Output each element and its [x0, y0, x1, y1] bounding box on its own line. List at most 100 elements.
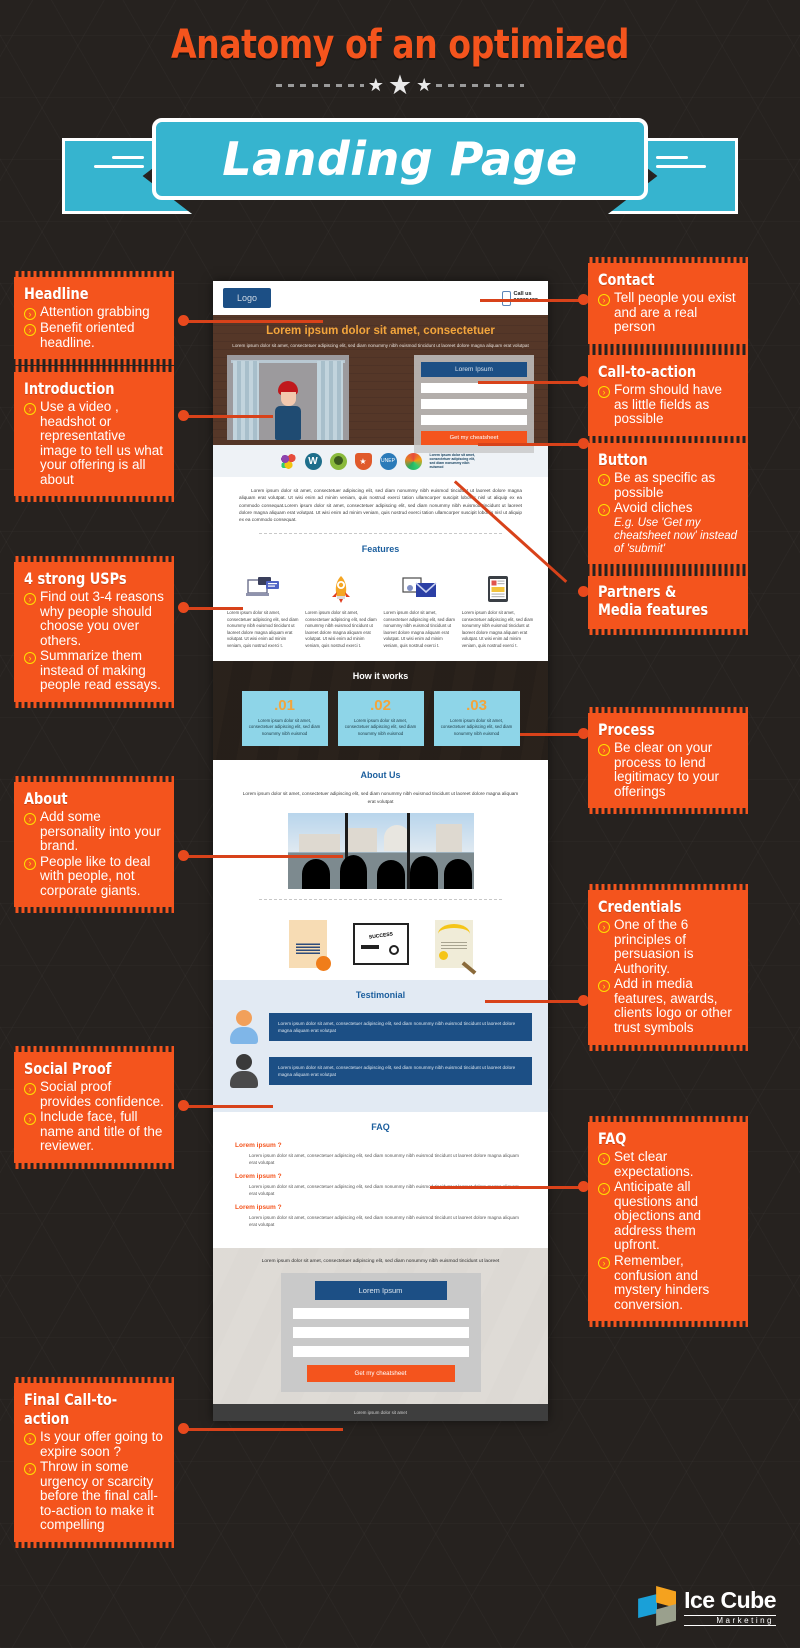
list-item-text: Add some personality into your brand. [40, 809, 161, 854]
list-item-text: Throw in some urgency or scarcity before… [40, 1459, 158, 1533]
ribbon-lines-right [656, 156, 726, 178]
list-item-text: Benefit oriented headline. [40, 320, 135, 350]
list-item-text: Form should have as little fields as pos… [614, 382, 723, 427]
callout-list: › Form should have as little fields as p… [598, 382, 738, 427]
chevron-right-icon: › [598, 474, 610, 486]
chevron-right-icon: › [598, 744, 610, 756]
callout-process[interactable]: Process › Be clear on your process to le… [588, 706, 748, 815]
callout-faq[interactable]: FAQ › Set clear expectations. › Anticipa… [588, 1115, 748, 1328]
silhouette [410, 855, 439, 889]
mockup-footer: Lorem ipsum dolor sit amet [213, 1404, 548, 1422]
step-text: Lorem ipsum dolor sit amet, consectetuer… [440, 718, 513, 736]
chevron-right-icon: › [24, 1463, 36, 1476]
final-signup-form[interactable]: Lorem Ipsum Get my cheatsheet [280, 1273, 481, 1393]
callout-title: About [24, 789, 68, 808]
chevron-right-icon: › [24, 857, 36, 870]
final-form-field[interactable] [292, 1308, 469, 1320]
chevron-right-icon: › [24, 593, 36, 605]
chevron-right-icon: › [24, 652, 36, 665]
callout-credentials[interactable]: Credentials › One of the 6 principles of… [588, 884, 748, 1051]
silhouette [302, 858, 331, 889]
infographic-header: Anatomy of an optimized ★ ★ ★ Landing Pa… [0, 0, 800, 214]
hero-signup-form[interactable]: Lorem Ipsum Get my cheatsheet [414, 354, 534, 453]
list-item: › Form should have as little fields as p… [598, 382, 738, 427]
page-title: Anatomy of an optimized [170, 22, 630, 68]
callout-title: Contact [598, 270, 655, 289]
partner-wordpress-logo-icon: W [304, 452, 322, 470]
hero-form-field[interactable] [421, 382, 527, 393]
list-item-text: One of the 6 principles of persuasion is… [614, 917, 694, 976]
connector-introduction [183, 415, 273, 418]
presenter-face [280, 391, 296, 406]
hero-form-field[interactable] [421, 414, 527, 425]
intro-paragraph-section: Lorem ipsum dolor sit amet, consectetuer… [213, 477, 548, 575]
list-item: › Be clear on your process to lend legit… [598, 740, 738, 799]
dash-line-left [275, 83, 364, 87]
callout-call-to-action[interactable]: Call-to-action › Form should have as lit… [588, 349, 748, 442]
chevron-right-icon: › [598, 1257, 610, 1270]
landing-page-mockup: Logo Call us 98765432 Lorem ipsum dolor … [213, 281, 548, 1422]
partner-flower-logo-icon [279, 452, 297, 470]
how-it-works-section: How it works .01 Lorem ipsum dolor sit a… [213, 661, 548, 760]
success-award-icon: SUCCESS [352, 922, 409, 965]
callout-partners-media[interactable]: Partners & Media features [588, 570, 748, 635]
window-mullion [406, 812, 410, 889]
feature-text: Lorem ipsum dolor sit amet, consectetuer… [383, 610, 455, 648]
list-item: › Tell people you exist and are a real p… [598, 290, 738, 335]
testimonial-quote: Lorem ipsum dolor sit amet, consectetuer… [269, 1012, 532, 1042]
final-form-field[interactable] [292, 1346, 469, 1358]
callout-headline[interactable]: Headline › Attention grabbing › Benefit … [14, 270, 174, 366]
callout-usps[interactable]: 4 strong USPs › Find out 3-4 reasons why… [14, 555, 174, 709]
faq-question[interactable]: Lorem ipsum ? [235, 1173, 526, 1180]
connector-social-proof [183, 1105, 273, 1108]
presenter-body [275, 405, 301, 440]
list-item: › Add in media features, awards, clients… [598, 976, 738, 1035]
callout-about[interactable]: About › Add some personality into your b… [14, 775, 174, 914]
callout-title: Credentials [598, 897, 682, 916]
faq-answer: Lorem ipsum dolor sit amet, consectetuer… [249, 1152, 519, 1166]
ice-cube-icon [638, 1586, 677, 1626]
callout-introduction[interactable]: Introduction › Use a video , headshot or… [14, 365, 174, 503]
brand-tagline: Marketing [684, 1614, 776, 1626]
diploma-lines [440, 939, 467, 949]
callout-list: › Be clear on your process to lend legit… [598, 740, 738, 799]
callout-list: › Set clear expectations. › Anticipate a… [598, 1149, 738, 1312]
callout-list: › Tell people you exist and are a real p… [598, 290, 738, 335]
logo-button[interactable]: Logo [223, 288, 272, 308]
step-number: .02 [370, 697, 391, 715]
list-item: › People like to deal with people, not c… [24, 854, 164, 899]
brand-logo: Ice Cube Marketing [638, 1586, 776, 1626]
callout-final-cta[interactable]: Final Call-to-action › Is your offer goi… [14, 1376, 174, 1549]
final-form-title: Lorem Ipsum [314, 1281, 447, 1301]
how-it-works-cards: .01 Lorem ipsum dolor sit amet, consecte… [213, 691, 548, 747]
ribbon-main: Landing Page [152, 118, 648, 200]
chevron-right-icon: › [24, 1113, 36, 1126]
step-text: Lorem ipsum dolor sit amet, consectetuer… [344, 718, 417, 736]
callout-title: Introduction [24, 379, 115, 398]
faq-question[interactable]: Lorem ipsum ? [235, 1142, 526, 1149]
contact-block[interactable]: Call us 98765432 [501, 290, 538, 306]
list-item: › Avoid cliches [598, 501, 738, 517]
list-item-text: Summarize them instead of making people … [40, 648, 161, 693]
testimonial-quote: Lorem ipsum dolor sit amet, consectetuer… [269, 1056, 532, 1086]
connector-dot-introduction [178, 410, 189, 421]
callout-button[interactable]: Button › Be as specific as possible › Av… [588, 437, 748, 570]
faq-question[interactable]: Lorem ipsum ? [235, 1204, 526, 1211]
hero-subtext: Lorem ipsum dolor sit amet, consectetuer… [232, 343, 529, 348]
list-item-text: Include face, full name and title of the… [40, 1109, 163, 1154]
connector-dot-about [178, 850, 189, 861]
avatar-body [230, 1026, 258, 1044]
list-item: › Find out 3-4 reasons why people should… [24, 589, 164, 648]
partner-shield-logo-icon: ★ [354, 452, 372, 470]
list-item-text: Anticipate all questions and objections … [614, 1179, 702, 1253]
callout-social-proof[interactable]: Social Proof › Social proof provides con… [14, 1046, 174, 1169]
ribbon-lines-left [74, 156, 144, 178]
callout-contact[interactable]: Contact › Tell people you exist and are … [588, 257, 748, 350]
callout-title: 4 strong USPs [24, 569, 127, 588]
step-number: .01 [274, 697, 295, 715]
list-item: › Add some personality into your brand. [24, 809, 164, 854]
hero-video-thumbnail[interactable] [227, 354, 349, 440]
final-cta-button[interactable]: Get my cheatsheet [306, 1365, 455, 1383]
final-form-field[interactable] [292, 1327, 469, 1339]
hero-form-field[interactable] [421, 398, 527, 409]
